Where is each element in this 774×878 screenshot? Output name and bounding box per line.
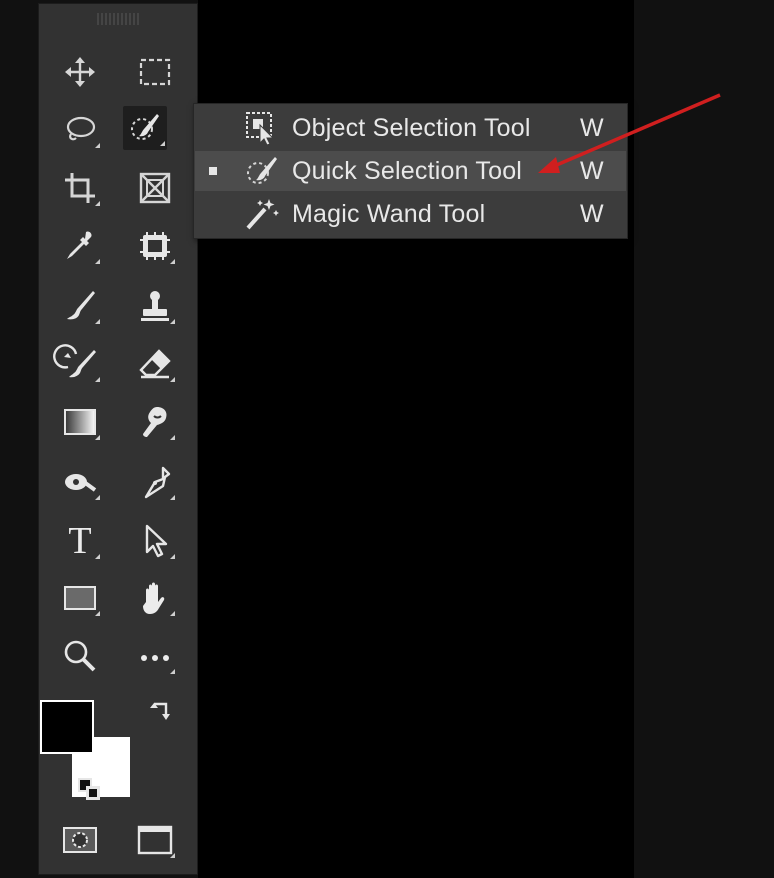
- lasso-tool[interactable]: [58, 108, 102, 152]
- quick-selection-icon: [131, 114, 159, 140]
- screen-mode-icon: [137, 825, 173, 855]
- submenu-indicator: [170, 669, 175, 674]
- history-brush-icon: [53, 344, 96, 378]
- default-colors-icon: [78, 778, 100, 800]
- submenu-indicator: [95, 611, 100, 616]
- flyout-item-label: Magic Wand Tool: [292, 199, 486, 228]
- rectangle-tool[interactable]: [58, 576, 102, 620]
- swap-colors-button[interactable]: [146, 700, 176, 728]
- submenu-indicator: [160, 141, 165, 146]
- eraser-tool[interactable]: [133, 342, 177, 386]
- submenu-indicator: [95, 259, 100, 264]
- screen-mode-button[interactable]: [133, 818, 177, 862]
- bandage-icon: [140, 232, 170, 260]
- default-colors-button[interactable]: [76, 776, 104, 804]
- panel-grip[interactable]: [97, 13, 141, 25]
- clone-stamp-tool[interactable]: [133, 284, 177, 328]
- blur-tool[interactable]: [133, 400, 177, 444]
- path-selection-tool[interactable]: [133, 519, 177, 563]
- magic-wand-icon: [239, 194, 283, 234]
- more-icon: [141, 655, 169, 661]
- submenu-indicator: [95, 435, 100, 440]
- gradient-icon: [64, 409, 96, 435]
- submenu-indicator: [170, 259, 175, 264]
- quick-mask-icon: [63, 827, 97, 853]
- submenu-indicator: [170, 435, 175, 440]
- object-selection-icon: [239, 108, 283, 148]
- submenu-indicator: [170, 495, 175, 500]
- submenu-indicator: [170, 319, 175, 324]
- foreground-color-swatch[interactable]: [40, 700, 94, 754]
- move-tool[interactable]: [58, 50, 102, 94]
- eraser-icon: [139, 349, 171, 379]
- hand-tool[interactable]: [133, 576, 177, 620]
- flyout-item-label: Quick Selection Tool: [292, 156, 523, 185]
- selected-bullet: [209, 167, 217, 175]
- arrow-icon: [145, 524, 168, 558]
- submenu-indicator: [95, 319, 100, 324]
- type-icon: T: [68, 520, 92, 562]
- dodge-icon: [65, 474, 97, 492]
- frame-icon: [139, 172, 171, 204]
- submenu-indicator: [95, 554, 100, 559]
- flyout-item-shortcut: W: [580, 199, 604, 228]
- rectangle-icon: [64, 586, 96, 610]
- eyedropper-icon: [67, 231, 92, 259]
- quick-selection-tool[interactable]: [123, 106, 167, 150]
- eyedropper-tool[interactable]: [58, 224, 102, 268]
- swap-arrows-icon: [150, 702, 170, 720]
- pen-icon: [144, 466, 171, 499]
- quick-mask-mode-button[interactable]: [58, 818, 102, 862]
- history-brush-tool[interactable]: [53, 342, 102, 386]
- marquee-icon: [139, 58, 171, 86]
- zoom-tool[interactable]: [58, 634, 102, 678]
- frame-tool[interactable]: [133, 166, 177, 210]
- gradient-tool[interactable]: [58, 400, 102, 444]
- lasso-icon: [66, 116, 96, 141]
- flyout-item-magic-wand[interactable]: Magic Wand Tool W: [195, 194, 626, 234]
- pen-tool[interactable]: [133, 460, 177, 504]
- move-icon: [65, 57, 95, 87]
- submenu-indicator: [170, 853, 175, 858]
- edit-toolbar[interactable]: [133, 634, 177, 678]
- submenu-indicator: [95, 143, 100, 148]
- submenu-indicator: [95, 377, 100, 382]
- submenu-indicator: [95, 201, 100, 206]
- submenu-indicator: [170, 377, 175, 382]
- crop-icon: [65, 173, 95, 203]
- quick-selection-icon: [239, 151, 283, 191]
- brush-tool[interactable]: [58, 284, 102, 328]
- crop-tool[interactable]: [58, 166, 102, 210]
- submenu-indicator: [170, 554, 175, 559]
- blur-icon: [143, 407, 167, 437]
- type-tool[interactable]: T: [58, 519, 102, 563]
- submenu-indicator: [170, 611, 175, 616]
- hand-icon: [143, 582, 165, 614]
- zoom-icon: [64, 640, 96, 672]
- rectangular-marquee-tool[interactable]: [133, 50, 177, 94]
- flyout-item-label: Object Selection Tool: [292, 113, 531, 142]
- annotation-arrow: [538, 93, 721, 173]
- spot-healing-tool[interactable]: [133, 224, 177, 268]
- dodge-tool[interactable]: [58, 460, 102, 504]
- stamp-icon: [141, 291, 169, 321]
- brush-icon: [67, 291, 95, 320]
- submenu-indicator: [95, 495, 100, 500]
